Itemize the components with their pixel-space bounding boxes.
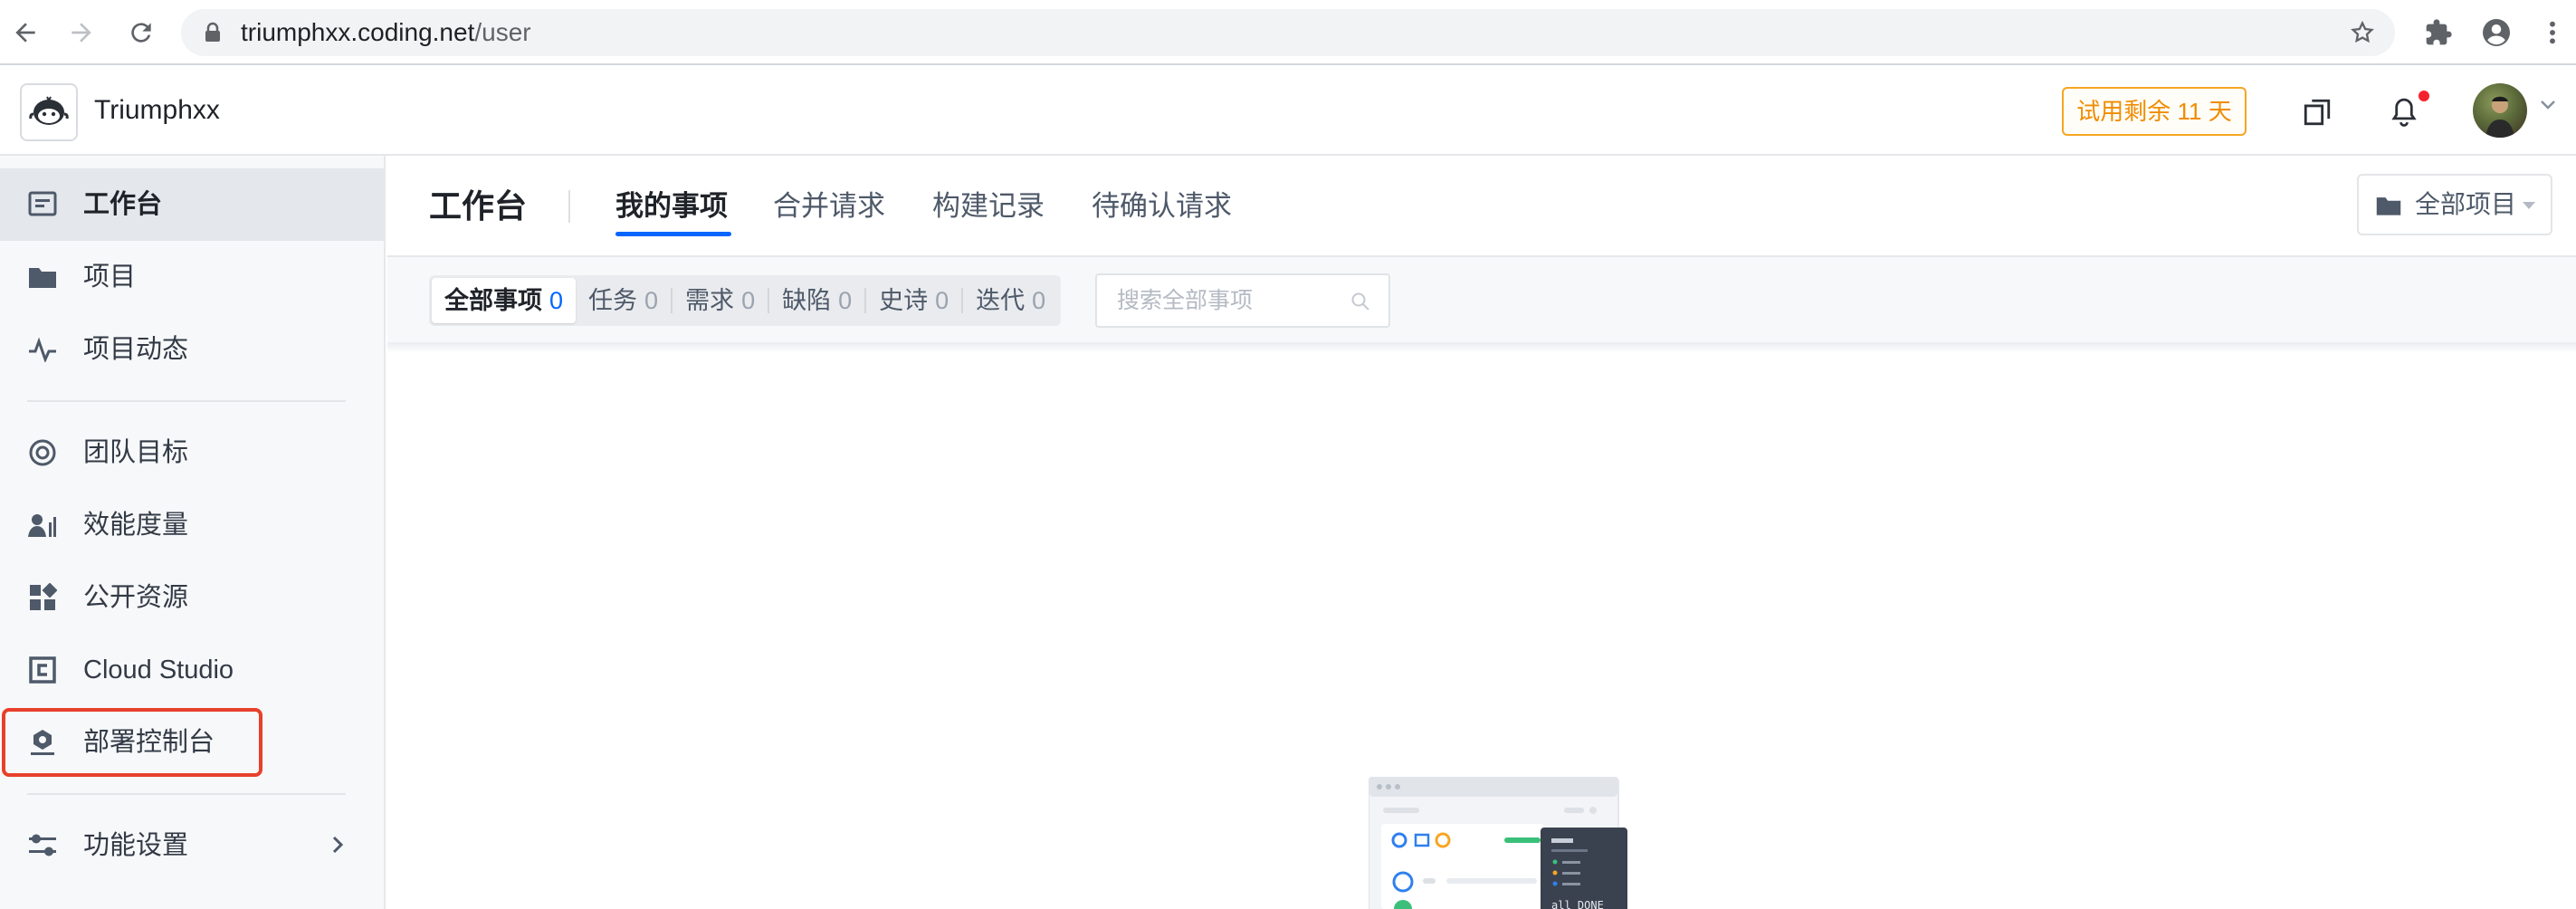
back-button[interactable] — [7, 14, 43, 51]
folder-icon — [2376, 197, 2401, 215]
tab-build-records[interactable]: 构建记录 — [932, 156, 1045, 257]
sidebar: 工作台 项目 项目动态 团队目标 效能度量 公开资源 Cloud Studio … — [0, 156, 386, 909]
empty-board-illustration: all DONE — [1369, 777, 1627, 909]
empty-state-illustration: all DONE — [1369, 777, 1631, 909]
profile-button[interactable] — [2478, 14, 2514, 51]
item-type-filter: 全部事项 0 任务 0 需求 0 缺陷 0 史诗 0 迭代 0 — [429, 275, 1062, 326]
user-avatar[interactable] — [2473, 83, 2527, 138]
workbench-icon — [28, 191, 57, 216]
sidebar-divider — [27, 793, 346, 795]
sidebar-item-projects[interactable]: 项目 — [0, 241, 384, 313]
active-tab-indicator — [615, 232, 731, 236]
sidebar-item-team-goals[interactable]: 团队目标 — [0, 416, 384, 489]
arrow-left-icon — [15, 23, 35, 43]
filter-all-items[interactable]: 全部事项 0 — [432, 278, 577, 323]
address-url: triumphxx.coding.net/user — [241, 18, 531, 46]
sidebar-item-activity[interactable]: 项目动态 — [0, 313, 384, 386]
folder-icon — [29, 268, 56, 288]
extensions-button[interactable] — [2420, 14, 2457, 51]
sidebar-item-label: 效能度量 — [83, 511, 189, 540]
grid-apps-icon — [30, 583, 57, 610]
users-chart-icon — [28, 514, 56, 537]
title-separator — [568, 190, 570, 223]
sidebar-item-public-resources[interactable]: 公开资源 — [0, 561, 384, 634]
sidebar-item-label: 工作台 — [83, 190, 163, 219]
chevron-right-icon — [332, 836, 344, 854]
filter-iterations[interactable]: 迭代 0 — [963, 278, 1058, 323]
browser-menu-button[interactable] — [2534, 14, 2571, 51]
target-icon — [29, 439, 56, 466]
account-circle-icon — [2483, 19, 2510, 46]
sidebar-item-label: 团队目标 — [83, 438, 189, 467]
browser-toolbar: triumphxx.coding.net/user — [0, 0, 2576, 65]
bell-icon — [2391, 98, 2417, 127]
activity-pulse-icon — [29, 337, 56, 362]
main-content: 工作台 我的事项 合并请求 构建记录 待确认请求 全部项目 全部事项 0 任务 0 … — [387, 156, 2576, 909]
team-logo[interactable] — [20, 83, 78, 141]
filter-bar: 全部事项 0 任务 0 需求 0 缺陷 0 史诗 0 迭代 0 搜索全部事项 — [387, 257, 2576, 353]
tab-pending-requests[interactable]: 待确认请求 — [1092, 156, 1232, 257]
lock-icon — [205, 22, 220, 42]
bookmark-star-icon[interactable] — [2350, 20, 2375, 45]
filter-requirements[interactable]: 需求 0 — [673, 278, 768, 323]
main-tab-bar: 工作台 我的事项 合并请求 构建记录 待确认请求 全部项目 — [387, 156, 2576, 257]
search-icon — [1351, 292, 1369, 311]
cloud-studio-icon — [29, 656, 56, 684]
tab-merge-requests[interactable]: 合并请求 — [773, 156, 885, 257]
sidebar-item-label: 功能设置 — [83, 831, 189, 860]
caret-down-icon — [2523, 202, 2535, 209]
filter-tasks[interactable]: 任务 0 — [576, 278, 671, 323]
sidebar-item-cloud-studio[interactable]: Cloud Studio — [0, 634, 384, 706]
switch-window-button[interactable] — [2297, 92, 2337, 132]
notification-dot — [2417, 89, 2431, 103]
copy-window-icon — [2304, 99, 2331, 126]
highlight-annotation-box — [2, 708, 262, 777]
forward-button[interactable] — [63, 14, 100, 51]
team-name[interactable]: Triumphxx — [94, 65, 220, 156]
page-title: 工作台 — [429, 187, 528, 225]
search-placeholder: 搜索全部事项 — [1117, 288, 1254, 313]
sidebar-item-workbench[interactable]: 工作台 — [0, 168, 384, 241]
sidebar-item-metrics[interactable]: 效能度量 — [0, 489, 384, 561]
filter-defects[interactable]: 缺陷 0 — [769, 278, 864, 323]
app-header: Triumphxx 试用剩余 11 天 — [0, 65, 2576, 156]
reload-icon — [131, 23, 151, 43]
arrow-right-icon — [72, 23, 91, 43]
avatar-photo — [2485, 96, 2514, 138]
sidebar-item-label: 公开资源 — [83, 583, 189, 612]
illustration-status-text: all DONE — [1551, 899, 1604, 909]
tab-my-items[interactable]: 我的事项 — [615, 156, 728, 257]
octo-logo-icon — [29, 96, 69, 125]
sidebar-item-label: Cloud Studio — [83, 655, 234, 684]
project-filter-value: 全部项目 — [2415, 190, 2517, 218]
trial-remaining-badge[interactable]: 试用剩余 11 天 — [2062, 87, 2247, 136]
filter-epics[interactable]: 史诗 0 — [866, 278, 961, 323]
search-input[interactable]: 搜索全部事项 — [1095, 273, 1390, 328]
chevron-down-icon[interactable] — [2540, 100, 2556, 110]
sidebar-divider — [27, 400, 346, 402]
puzzle-icon — [2426, 19, 2452, 45]
sliders-icon — [29, 834, 56, 856]
sidebar-item-label: 项目动态 — [83, 335, 189, 364]
address-bar[interactable]: triumphxx.coding.net/user — [181, 9, 2395, 56]
reload-button[interactable] — [123, 14, 159, 51]
project-filter-select[interactable]: 全部项目 — [2357, 174, 2552, 235]
sidebar-item-feature-settings[interactable]: 功能设置 — [0, 809, 384, 882]
sidebar-item-label: 项目 — [83, 263, 137, 292]
more-vertical-icon — [2550, 21, 2555, 44]
